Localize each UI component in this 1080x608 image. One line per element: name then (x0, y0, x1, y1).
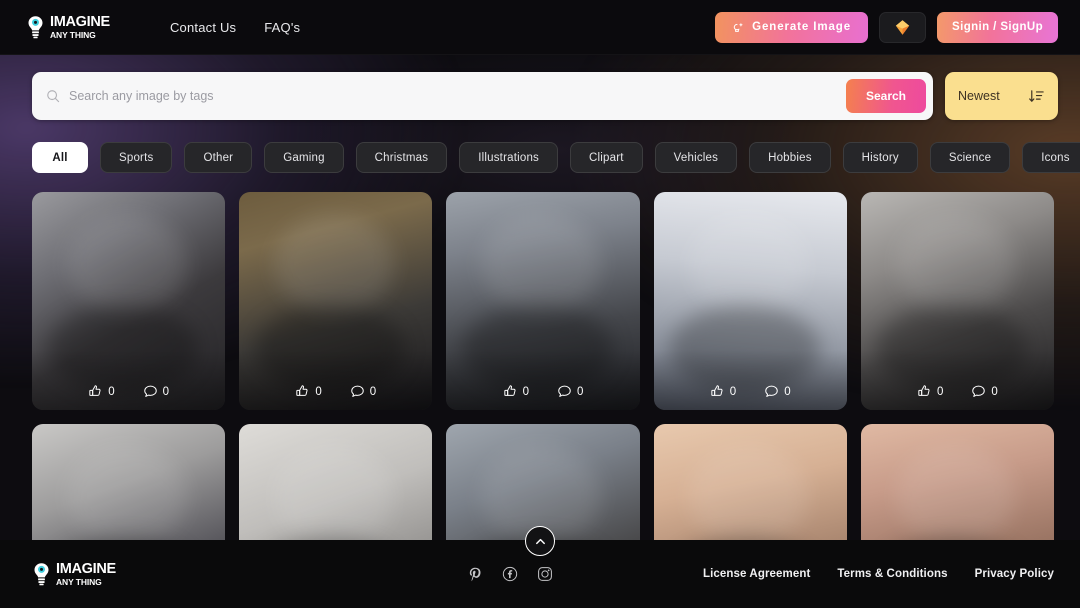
generate-image-label: Generate Image (752, 21, 852, 33)
like-stat[interactable]: 0 (710, 384, 736, 399)
sort-dropdown[interactable]: Newest (945, 72, 1058, 120)
category-chip-other[interactable]: Other (184, 142, 253, 173)
comment-count: 0 (784, 385, 791, 398)
gallery-card[interactable]: 00 (860, 192, 1054, 410)
gallery-card-stats: 00 (32, 384, 225, 399)
comment-count: 0 (991, 385, 998, 398)
brand-name-secondary: ANY THING (50, 29, 96, 40)
brand-logo[interactable]: IMAGINE ANY THING (26, 15, 110, 39)
gallery-card[interactable]: 00 (653, 192, 847, 410)
footer-brand-secondary: ANY THING (56, 576, 102, 587)
gallery-card-stats: 00 (239, 384, 432, 399)
comment-count: 0 (369, 385, 377, 398)
comment-count: 0 (162, 385, 169, 398)
gem-diamond-icon (895, 19, 910, 35)
thumbs-up-icon[interactable] (710, 384, 725, 399)
thumbs-up-icon[interactable] (88, 384, 103, 399)
category-chip-clipart[interactable]: Clipart (570, 142, 643, 173)
like-count: 0 (729, 385, 737, 398)
gallery-card-overlay (653, 350, 847, 410)
thumbs-up-icon[interactable] (295, 384, 310, 399)
gallery-card-stats: 00 (654, 384, 847, 399)
category-chip-all[interactable]: All (32, 142, 88, 173)
gallery-card-stats: 00 (446, 384, 639, 399)
comment-bubble-icon[interactable] (971, 384, 986, 399)
pinterest-icon[interactable] (467, 566, 483, 582)
like-stat[interactable]: 0 (88, 384, 115, 399)
nav-link-faqs[interactable]: FAQ's (264, 20, 300, 35)
comment-stat[interactable]: 0 (557, 384, 583, 399)
category-chip-science[interactable]: Science (929, 142, 1011, 173)
category-chip-history[interactable]: History (842, 142, 918, 173)
thumbs-up-icon[interactable] (917, 384, 932, 399)
search-icon (47, 90, 60, 103)
footer-legal-links: License Agreement Terms & Conditions Pri… (703, 568, 1054, 580)
like-stat[interactable]: 0 (503, 384, 529, 399)
comment-bubble-icon[interactable] (764, 384, 779, 399)
magic-wand-sparkle-icon (733, 22, 744, 32)
gallery-card-overlay (32, 350, 226, 410)
instagram-icon[interactable] (537, 566, 553, 582)
footer-link-terms-conditions[interactable]: Terms & Conditions (837, 568, 947, 580)
category-chip-sports[interactable]: Sports (100, 142, 173, 173)
search-box[interactable]: Search (32, 72, 933, 120)
gallery-card-overlay (446, 350, 640, 410)
sort-selected-value: Newest (958, 89, 1000, 103)
gallery-card[interactable]: 00 (239, 192, 433, 410)
category-chip-icons[interactable]: Icons (1022, 142, 1080, 173)
chevron-up-icon (535, 538, 545, 544)
category-chip-christmas[interactable]: Christmas (355, 142, 448, 173)
lightbulb-icon (28, 16, 43, 39)
like-count: 0 (522, 385, 529, 398)
scroll-to-top-button[interactable] (525, 526, 555, 556)
category-chip-hobbies[interactable]: Hobbies (749, 142, 831, 173)
category-chip-gaming[interactable]: Gaming (264, 142, 344, 173)
comment-stat[interactable]: 0 (350, 384, 376, 399)
footer-link-license-agreement[interactable]: License Agreement (703, 568, 810, 580)
search-input[interactable] (69, 89, 846, 103)
comment-stat[interactable]: 0 (143, 384, 169, 399)
search-row: Search Newest (0, 55, 1080, 120)
comment-bubble-icon[interactable] (557, 384, 572, 399)
nav-link-contact-us[interactable]: Contact Us (170, 20, 236, 35)
comment-bubble-icon[interactable] (143, 384, 158, 399)
generate-image-button[interactable]: Generate Image (715, 11, 869, 43)
comment-stat[interactable]: 0 (764, 384, 791, 399)
like-count: 0 (936, 385, 944, 398)
brand-logo-text: IMAGINE ANY THING (50, 15, 110, 39)
category-chips: All Sports Other Gaming Christmas Illustratio… (0, 120, 1080, 173)
category-chip-vehicles[interactable]: Vehicles (654, 142, 738, 173)
brand-name-primary: IMAGINE (50, 14, 110, 30)
thumbs-up-icon[interactable] (503, 384, 518, 399)
comment-bubble-icon[interactable] (350, 384, 365, 399)
gallery-card[interactable]: 00 (32, 192, 226, 410)
gallery-card-stats: 00 (861, 384, 1054, 399)
gallery-card-overlay (860, 350, 1054, 410)
gallery-card[interactable]: 00 (446, 192, 640, 410)
footer-brand-primary: IMAGINE (56, 561, 116, 577)
header-actions: Generate Image Signin / SignUp (715, 11, 1058, 43)
gallery-card-overlay (239, 350, 433, 410)
signin-signup-button[interactable]: Signin / SignUp (937, 11, 1058, 43)
app-root: IMAGINE ANY THING Contact Us FAQ's Gener… (0, 0, 1080, 608)
footer-link-privacy-policy[interactable]: Privacy Policy (975, 568, 1054, 580)
category-chip-illustrations[interactable]: Illustrations (459, 142, 558, 173)
like-count: 0 (315, 385, 322, 398)
comment-stat[interactable]: 0 (971, 384, 998, 399)
lightbulb-icon (34, 563, 49, 586)
like-stat[interactable]: 0 (917, 384, 943, 399)
footer-social-links (467, 566, 553, 582)
search-button[interactable]: Search (845, 79, 926, 113)
comment-count: 0 (576, 385, 584, 398)
sort-descending-icon (1029, 89, 1044, 102)
footer-brand-text: IMAGINE ANY THING (56, 562, 116, 586)
facebook-icon[interactable] (502, 566, 518, 582)
header-nav: Contact Us FAQ's (170, 20, 300, 35)
like-stat[interactable]: 0 (295, 384, 322, 399)
credits-button[interactable] (879, 11, 927, 43)
like-count: 0 (108, 385, 115, 398)
footer-brand-logo[interactable]: IMAGINE ANY THING (32, 562, 116, 586)
site-header: IMAGINE ANY THING Contact Us FAQ's Gener… (0, 0, 1080, 55)
